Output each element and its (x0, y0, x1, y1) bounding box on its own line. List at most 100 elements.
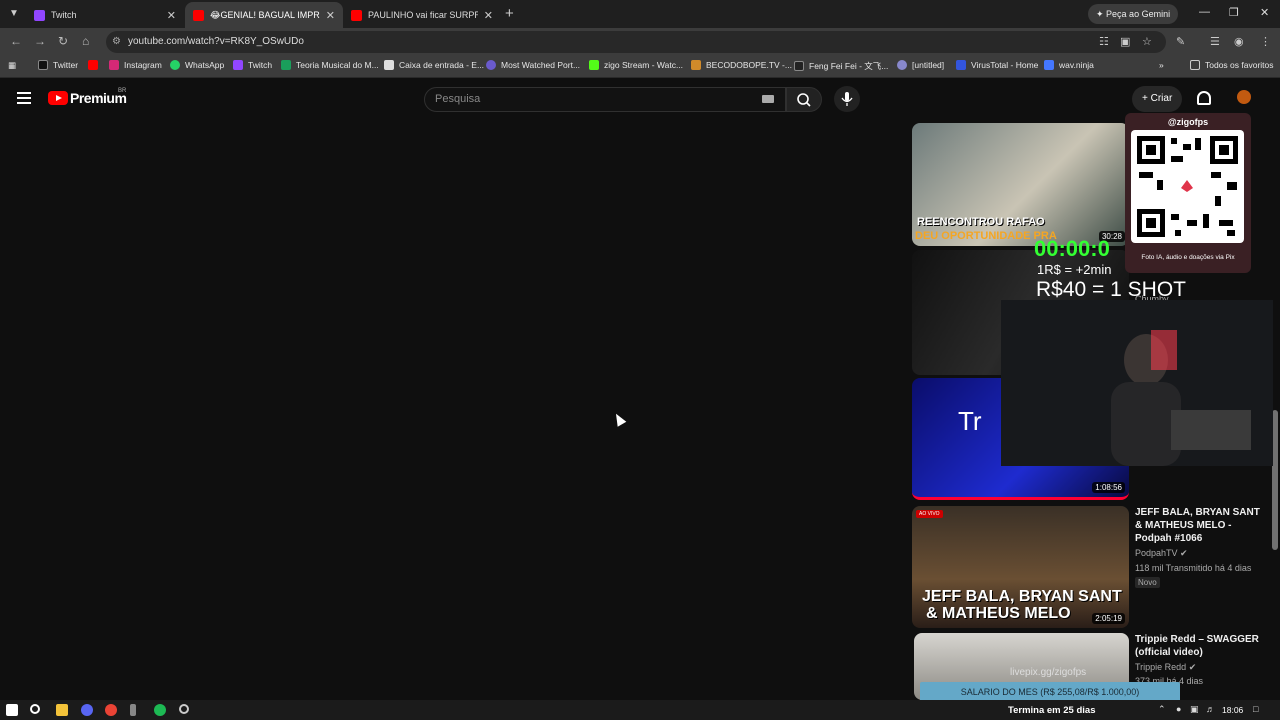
tab-title: PAULINHO vai ficar SURPRESO E (368, 10, 478, 20)
goal-ends-text: Termina em 25 dias (1008, 705, 1096, 716)
livepix-url: livepix.gg/zigofps (1010, 667, 1087, 678)
profile-icon[interactable]: ◉ (1234, 35, 1244, 48)
gemini-label: Peça ao Gemini (1106, 9, 1171, 19)
discord-icon[interactable] (81, 704, 93, 716)
media-icon[interactable]: ☰ (1210, 35, 1220, 48)
bookmark-wav-ninja[interactable]: wav.ninja (1044, 60, 1094, 70)
tray-mic-icon[interactable]: ● (1176, 704, 1181, 714)
bookmark-becodobope[interactable]: BECODOBOPE.TV -... (691, 60, 792, 70)
youtube-icon (88, 60, 98, 70)
timer: 00:00:0 (1034, 236, 1110, 261)
spotify-icon[interactable] (154, 704, 166, 716)
menu-icon[interactable] (17, 92, 31, 104)
channel-name[interactable]: PodpahTV (1135, 548, 1178, 558)
bookmark-zigo-stream[interactable]: zigo Stream - Watc... (589, 60, 683, 70)
back-icon[interactable]: ← (10, 34, 22, 48)
tab-search-button[interactable]: ▼ (4, 4, 24, 24)
home-icon[interactable]: ⌂ (82, 34, 89, 48)
close-window-icon[interactable]: ✕ (1260, 6, 1269, 19)
video-thumbnail-4[interactable]: AO VIVO JEFF BALA, BRYAN SANT & MATHEUS … (912, 506, 1129, 628)
tab-youtube-active[interactable]: 😂GENIAL! BAGUAL IMPRESSIC ✕ (185, 2, 343, 28)
twitch-icon (34, 9, 45, 21)
url-field[interactable]: ⚙ youtube.com/watch?v=RK8Y_OSwUDo (106, 31, 1166, 53)
file-explorer-icon[interactable] (56, 704, 68, 716)
tab-twitch[interactable]: Twitch ✕ (26, 2, 184, 28)
bookmark-whatsapp[interactable]: WhatsApp (170, 60, 224, 70)
apps-icon[interactable]: ▦ (8, 60, 16, 71)
avatar[interactable] (1237, 90, 1251, 104)
bookmark-teoria[interactable]: Teoria Musical do M... (281, 60, 379, 70)
network-icon[interactable]: ▣ (1190, 704, 1199, 715)
live-badge: AO VIVO (916, 510, 943, 518)
pix-qr-panel: @zigofps Foto IA, áudio e doações via Pi… (1125, 113, 1251, 273)
chrome-icon[interactable] (105, 704, 117, 716)
windows-start-icon[interactable] (6, 704, 18, 716)
search-icon[interactable] (30, 704, 40, 714)
search-button[interactable] (786, 87, 822, 112)
video-title[interactable]: JEFF BALA, BRYAN SANT & MATHEUS MELO - P… (1135, 506, 1267, 545)
clock[interactable]: 18:06 (1222, 705, 1243, 715)
youtube-logo[interactable] (48, 91, 68, 105)
bookmark-label: BECODOBOPE.TV -... (706, 60, 792, 70)
cast-icon[interactable]: ▣ (1120, 35, 1130, 48)
bookmark-youtube[interactable] (88, 60, 103, 70)
gemini-button[interactable]: ✦ Peça ao Gemini (1088, 4, 1179, 24)
notification-center-icon[interactable]: □ (1253, 704, 1258, 714)
address-toolbar: ← → ↻ ⌂ ⚙ youtube.com/watch?v=RK8Y_OSwUD… (0, 28, 1280, 56)
bookmark-email[interactable]: Caixa de entrada - E... (384, 60, 484, 70)
extensions-icon[interactable]: ✎ (1176, 35, 1185, 48)
search-input[interactable]: Pesquisa (424, 87, 786, 112)
tab-title: 😂GENIAL! BAGUAL IMPRESSIC (210, 9, 320, 20)
kick-icon (589, 60, 599, 70)
bookmark-twitch[interactable]: Twitch (233, 60, 272, 70)
video-title[interactable]: Trippie Redd – SWAGGER (official video) (1135, 633, 1267, 659)
bookmark-label: zigo Stream - Watc... (604, 60, 684, 70)
instagram-icon (109, 60, 119, 70)
video-thumbnail-1[interactable]: REENCONTROU RAFAO DEU OPORTUNIDADE PRA 3… (912, 123, 1129, 246)
translate-icon[interactable]: ☷ (1099, 35, 1109, 48)
close-icon[interactable]: ✕ (167, 9, 176, 22)
notifications-icon[interactable] (1197, 91, 1211, 105)
create-button[interactable]: + Criar (1132, 86, 1183, 112)
forward-icon[interactable]: → (34, 34, 46, 48)
tab-youtube-2[interactable]: PAULINHO vai ficar SURPRESO E ✕ (343, 2, 501, 28)
all-favorites-label: Todos os favoritos (1205, 60, 1274, 70)
audio-app-icon[interactable] (130, 704, 136, 716)
close-icon[interactable]: ✕ (484, 9, 493, 22)
bookmark-virustotal[interactable]: VirusTotal - Home (956, 60, 1038, 70)
search-icon (797, 93, 811, 107)
voice-search-button[interactable] (834, 86, 860, 112)
reload-icon[interactable]: ↻ (58, 34, 68, 48)
all-favorites[interactable]: Todos os favoritos (1190, 60, 1274, 70)
qr-pattern (1137, 136, 1238, 237)
qr-handle: @zigofps (1167, 117, 1209, 127)
close-icon[interactable]: ✕ (326, 9, 335, 22)
bookmark-instagram[interactable]: Instagram (109, 60, 162, 70)
obs-icon[interactable] (179, 704, 189, 714)
site-info-icon[interactable]: ⚙ (112, 31, 121, 53)
menu-icon[interactable]: ⋮ (1260, 35, 1271, 48)
rate-text: 1R$ = +2min (1037, 262, 1112, 277)
tray-arrow-icon[interactable]: ⌃ (1158, 704, 1166, 715)
minimize-icon[interactable]: — (1199, 6, 1210, 18)
channel-name[interactable]: Trippie Redd (1135, 662, 1186, 672)
more-bookmarks-icon[interactable]: » (1159, 60, 1164, 70)
salary-goal-bar: SALARIO DO MES (R$ 255,08/R$ 1.000,00) (920, 682, 1180, 702)
globe-icon (486, 60, 496, 70)
bookmark-label: wav.ninja (1059, 60, 1094, 70)
restore-icon[interactable]: ❐ (1229, 6, 1239, 19)
volume-icon[interactable]: ♬ (1206, 704, 1215, 714)
new-tab-button[interactable]: + (505, 5, 514, 22)
webcam-figure (1001, 300, 1273, 466)
star-icon[interactable]: ☆ (1142, 35, 1152, 48)
keyboard-icon[interactable] (762, 95, 774, 103)
bookmark-untitled[interactable]: [untitled] (897, 60, 944, 70)
bookmark-label: Twitter (53, 60, 79, 70)
bookmark-twitter[interactable]: Twitter (38, 60, 78, 70)
bookmark-label: Caixa de entrada - E... (399, 60, 485, 70)
s-icon (794, 61, 804, 71)
mail-icon (384, 60, 394, 70)
bookmark-most-watched[interactable]: Most Watched Port... (486, 60, 580, 70)
channel-row: PodpahTV ✔ (1135, 548, 1267, 559)
bookmark-feng-fei[interactable]: Feng Fei Fei - 文飞... (794, 60, 888, 72)
